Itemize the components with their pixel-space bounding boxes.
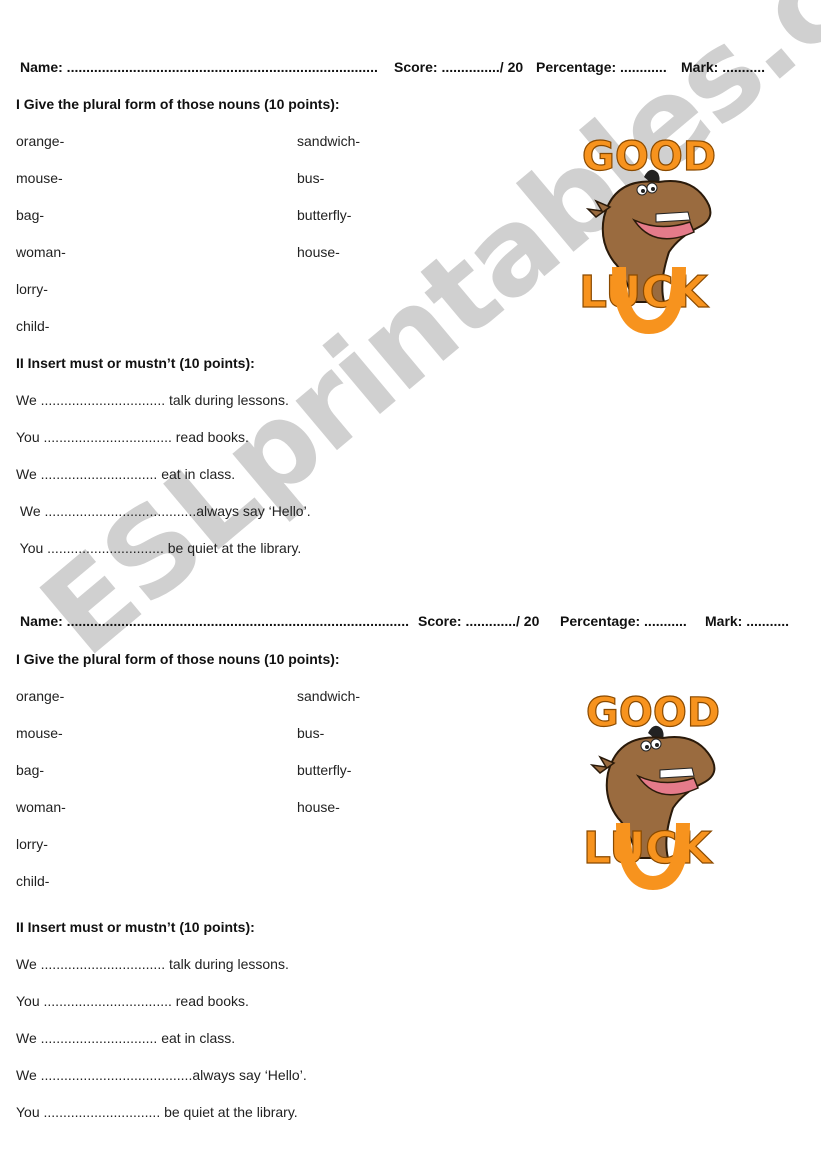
score-field[interactable]: Score: .............../ 20 <box>394 59 523 75</box>
exercise-2-title: II Insert must or mustn’t (10 points): <box>16 355 255 371</box>
sentence-item: You .............................. be qu… <box>16 540 302 556</box>
noun-item: bag- <box>16 207 45 223</box>
good-luck-horse-illustration: GOOD LUCK <box>578 678 748 898</box>
mark-field[interactable]: Mark: ........... <box>681 59 765 75</box>
score-field[interactable]: Score: ............./ 20 <box>418 613 539 629</box>
noun-item: child- <box>16 318 50 334</box>
noun-item: lorry- <box>16 281 48 297</box>
logo-bottom-text: LUCK <box>583 823 713 874</box>
noun-item: mouse- <box>16 725 63 741</box>
exercise-1-title: I Give the plural form of those nouns (1… <box>16 651 340 667</box>
exercise-1-title: I Give the plural form of those nouns (1… <box>16 96 340 112</box>
sentence-item: You .............................. be qu… <box>16 1104 298 1120</box>
noun-item: orange- <box>16 688 65 704</box>
sentence-item: We .............................. eat in… <box>16 466 236 482</box>
percentage-field[interactable]: Percentage: ........... <box>560 613 687 629</box>
name-field[interactable]: Name: ..................................… <box>20 59 378 75</box>
horse-icon: GOOD LUCK <box>582 689 721 891</box>
noun-item: bus- <box>297 725 325 741</box>
name-field[interactable]: Name: ..................................… <box>20 613 409 629</box>
noun-item: bus- <box>297 170 325 186</box>
sentence-item: We ................................ talk… <box>16 956 289 972</box>
sentence-item: We .............................. eat in… <box>16 1030 236 1046</box>
percentage-field[interactable]: Percentage: ............ <box>536 59 667 75</box>
noun-item: butterfly- <box>297 207 352 223</box>
logo-bottom-text: LUCK <box>579 267 709 318</box>
good-luck-horse-illustration: GOOD LUCK <box>574 122 744 342</box>
sentence-item: We .....................................… <box>16 1067 307 1083</box>
noun-item: woman- <box>16 244 66 260</box>
mark-field[interactable]: Mark: ........... <box>705 613 789 629</box>
noun-item: butterfly- <box>297 762 352 778</box>
sentence-item: You ................................. re… <box>16 429 249 445</box>
horse-icon: GOOD LUCK <box>578 133 717 335</box>
noun-item: bag- <box>16 762 45 778</box>
sentence-item: We ................................ talk… <box>16 392 289 408</box>
noun-item: mouse- <box>16 170 63 186</box>
noun-item: house- <box>297 799 340 815</box>
noun-item: orange- <box>16 133 65 149</box>
noun-item: house- <box>297 244 340 260</box>
exercise-2-title: II Insert must or mustn’t (10 points): <box>16 919 255 935</box>
sentence-item: You ................................. re… <box>16 993 249 1009</box>
noun-item: lorry- <box>16 836 48 852</box>
noun-item: sandwich- <box>297 688 361 704</box>
noun-item: sandwich- <box>297 133 361 149</box>
noun-item: child- <box>16 873 50 889</box>
noun-item: woman- <box>16 799 66 815</box>
sentence-item: We .....................................… <box>16 503 311 519</box>
